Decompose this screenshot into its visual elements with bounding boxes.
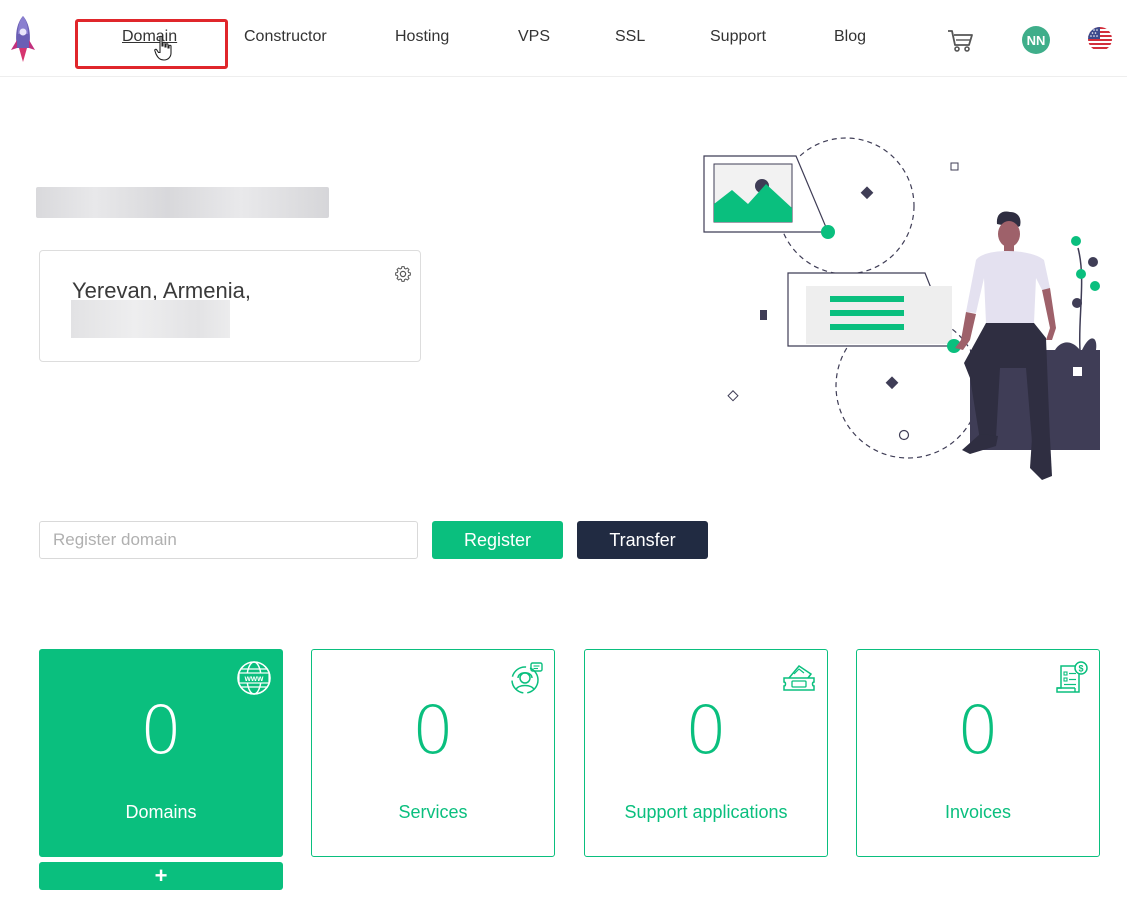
support-applications-label: Support applications: [624, 802, 788, 822]
redacted-address-detail: [71, 300, 230, 338]
invoices-count: 0: [957, 692, 999, 769]
domain-search-input[interactable]: [39, 521, 418, 559]
stat-card-services[interactable]: 0 Services: [311, 649, 555, 857]
invoices-label: Invoices: [944, 802, 1012, 822]
transfer-button[interactable]: Transfer: [577, 521, 708, 559]
svg-text:$: $: [1078, 664, 1083, 674]
redacted-user-name: [36, 187, 329, 218]
nav-blog[interactable]: Blog: [834, 28, 866, 46]
services-count: 0: [412, 692, 454, 769]
invoice-icon: $: [1056, 661, 1088, 693]
add-domain-button[interactable]: +: [39, 862, 283, 890]
nav-vps[interactable]: VPS: [518, 28, 550, 46]
domains-count: 0: [140, 692, 182, 769]
stat-card-support-applications[interactable]: 0 Support applications: [584, 649, 828, 857]
stat-card-invoices[interactable]: $ 0 Invoices: [856, 649, 1100, 857]
register-button[interactable]: Register: [432, 521, 563, 559]
stat-card-domains[interactable]: www 0 Domains: [39, 649, 283, 857]
svg-text:www: www: [244, 674, 264, 683]
globe-www-icon: www: [237, 661, 271, 695]
user-avatar[interactable]: NN: [1022, 26, 1050, 54]
address-card: Yerevan, Armenia,: [39, 250, 421, 362]
ticket-icon: [783, 665, 815, 691]
gear-icon[interactable]: [394, 265, 412, 283]
nav-support[interactable]: Support: [710, 28, 766, 46]
hand-pointer-icon: [154, 35, 172, 61]
nav-ssl[interactable]: SSL: [615, 28, 645, 46]
services-label: Services: [398, 802, 468, 822]
support-agent-icon: [511, 662, 543, 694]
top-navigation-bar: Domain Constructor Hosting VPS SSL Suppo…: [0, 0, 1127, 77]
hero-illustration: [703, 137, 1100, 480]
us-flag-icon[interactable]: [1088, 27, 1112, 51]
nav-constructor[interactable]: Constructor: [244, 28, 327, 46]
support-applications-count: 0: [685, 692, 727, 769]
cart-icon[interactable]: [946, 26, 974, 54]
nav-hosting[interactable]: Hosting: [395, 28, 449, 46]
rocket-logo-icon[interactable]: [8, 14, 38, 64]
domains-label: Domains: [125, 802, 197, 822]
